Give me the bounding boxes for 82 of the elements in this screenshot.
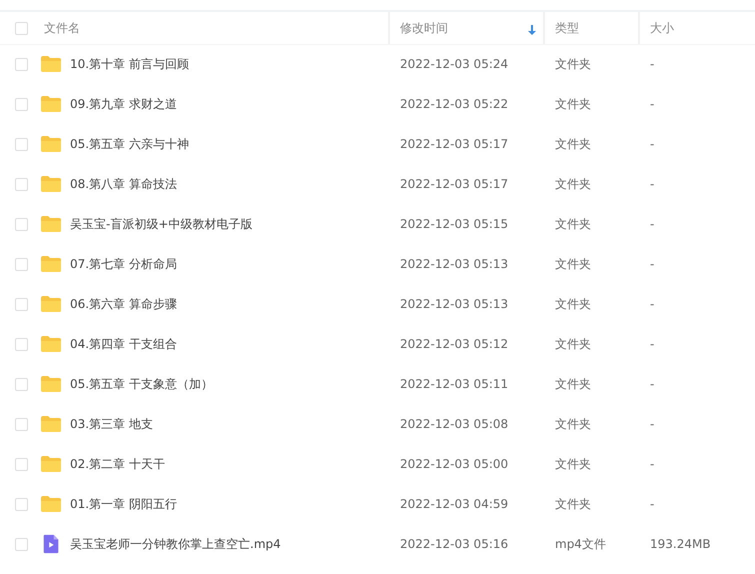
file-type: 文件夹: [555, 376, 591, 392]
file-size: -: [650, 97, 654, 111]
checkbox[interactable]: [15, 338, 28, 350]
file-size: -: [650, 417, 654, 431]
file-type: 文件夹: [555, 416, 591, 432]
checkbox[interactable]: [15, 418, 28, 430]
file-type: 文件夹: [555, 456, 591, 472]
file-type: 文件夹: [555, 56, 591, 72]
modified-time: 2022-12-03 05:12: [400, 337, 508, 351]
checkbox[interactable]: [15, 258, 28, 270]
file-size: -: [650, 457, 654, 471]
folder-icon: [40, 134, 62, 154]
file-size: -: [650, 137, 654, 151]
modified-time: 2022-12-03 05:13: [400, 257, 508, 271]
folder-icon: [40, 54, 62, 74]
file-type: 文件夹: [555, 136, 591, 152]
modified-time: 2022-12-03 05:24: [400, 57, 508, 71]
file-name[interactable]: 05.第五章 干支象意（加）: [70, 376, 213, 392]
column-header[interactable]: 修改时间: [400, 20, 448, 36]
file-size: -: [650, 257, 654, 271]
file-type: 文件夹: [555, 176, 591, 192]
checkbox[interactable]: [15, 138, 28, 150]
checkbox[interactable]: [15, 218, 28, 230]
file-type: 文件夹: [555, 296, 591, 312]
checkbox[interactable]: [15, 538, 28, 550]
file-type: 文件夹: [555, 96, 591, 112]
modified-time: 2022-12-03 05:11: [400, 377, 508, 391]
folder-icon: [40, 174, 62, 194]
modified-time: 2022-12-03 05:00: [400, 457, 508, 471]
checkbox[interactable]: [15, 178, 28, 190]
checkbox[interactable]: [15, 458, 28, 470]
checkbox[interactable]: [15, 22, 28, 34]
folder-icon: [40, 254, 62, 274]
checkbox[interactable]: [15, 298, 28, 310]
column-header[interactable]: 类型: [555, 20, 579, 36]
folder-icon: [40, 414, 62, 434]
file-name[interactable]: 07.第七章 分析命局: [70, 256, 177, 272]
modified-time: 2022-12-03 05:22: [400, 97, 508, 111]
modified-time: 2022-12-03 05:17: [400, 177, 508, 191]
file-size: -: [650, 297, 654, 311]
column-header[interactable]: 大小: [650, 20, 674, 36]
folder-icon: [40, 454, 62, 474]
file-name[interactable]: 04.第四章 干支组合: [70, 336, 177, 352]
folder-icon: [40, 494, 62, 514]
file-type: mp4文件: [555, 536, 606, 552]
folder-icon: [40, 294, 62, 314]
checkbox[interactable]: [15, 98, 28, 110]
file-name[interactable]: 吴玉宝老师一分钟教你掌上查空亡.mp4: [70, 536, 281, 552]
file-name[interactable]: 10.第十章 前言与回顾: [70, 56, 189, 72]
checkbox[interactable]: [15, 378, 28, 390]
file-size: -: [650, 57, 654, 71]
folder-icon: [40, 334, 62, 354]
file-size: -: [650, 337, 654, 351]
checkbox[interactable]: [15, 498, 28, 510]
folder-icon: [40, 94, 62, 114]
file-size: -: [650, 497, 654, 511]
modified-time: 2022-12-03 05:17: [400, 137, 508, 151]
file-size: -: [650, 377, 654, 391]
file-name[interactable]: 08.第八章 算命技法: [70, 176, 177, 192]
modified-time: 2022-12-03 05:15: [400, 217, 508, 231]
modified-time: 2022-12-03 04:59: [400, 497, 508, 511]
file-name[interactable]: 03.第三章 地支: [70, 416, 153, 432]
folder-icon: [40, 214, 62, 234]
file-size: -: [650, 217, 654, 231]
file-size: 193.24MB: [650, 537, 711, 551]
folder-icon: [40, 374, 62, 394]
modified-time: 2022-12-03 05:08: [400, 417, 508, 431]
checkbox[interactable]: [15, 58, 28, 70]
file-name[interactable]: 09.第九章 求财之道: [70, 96, 177, 112]
file-type: 文件夹: [555, 336, 591, 352]
modified-time: 2022-12-03 05:16: [400, 537, 508, 551]
file-type: 文件夹: [555, 256, 591, 272]
file-size: -: [650, 177, 654, 191]
modified-time: 2022-12-03 05:13: [400, 297, 508, 311]
file-name[interactable]: 05.第五章 六亲与十神: [70, 136, 189, 152]
column-header[interactable]: 文件名: [44, 20, 80, 36]
file-name[interactable]: 01.第一章 阴阳五行: [70, 496, 177, 512]
file-name[interactable]: 06.第六章 算命步骤: [70, 296, 177, 312]
file-name[interactable]: 吴玉宝-盲派初级+中级教材电子版: [70, 216, 252, 232]
file-type: 文件夹: [555, 496, 591, 512]
file-type: 文件夹: [555, 216, 591, 232]
file-name[interactable]: 02.第二章 十天干: [70, 456, 165, 472]
